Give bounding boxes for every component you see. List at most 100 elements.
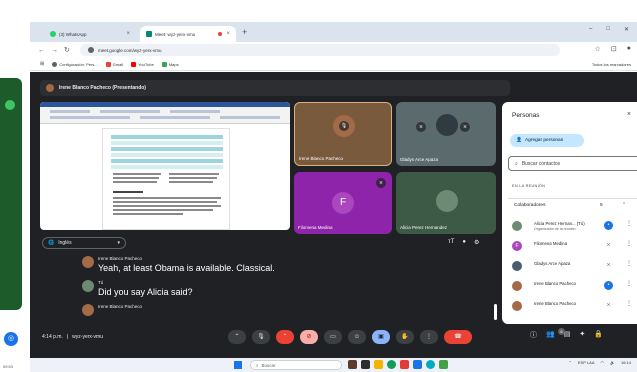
- caption-scrollbar[interactable]: [494, 304, 497, 320]
- profile-icon[interactable]: ●: [627, 45, 631, 53]
- address-bar-actions: ☆ ⊡ ●: [595, 45, 631, 53]
- participant-row[interactable]: Gladys Arce Apaza ⨯ ⋮: [512, 258, 632, 274]
- camera-off-button[interactable]: ⊘: [300, 330, 318, 344]
- collaborators-header[interactable]: Colaboradores 5 ⌃: [508, 198, 637, 212]
- ribbon-row: [50, 110, 90, 113]
- bookmark-gmail[interactable]: Gmail: [105, 61, 123, 67]
- search-icon: ⌕: [256, 362, 259, 368]
- captions-button[interactable]: ▭: [324, 330, 342, 344]
- bookmark-maps[interactable]: Maps: [161, 61, 179, 67]
- more-options-icon[interactable]: ⋮: [626, 260, 632, 267]
- settings-icon: [52, 61, 58, 67]
- speaker-icon[interactable]: 🔈: [610, 360, 615, 365]
- participant-row[interactable]: F Filomena Medina ⨯ ⋮: [512, 238, 632, 254]
- more-options-icon[interactable]: ⋮: [626, 300, 632, 307]
- maximize-button[interactable]: □: [606, 26, 610, 33]
- tile-name: Irene Blanco Pacheco: [299, 156, 344, 161]
- minimize-button[interactable]: –: [589, 26, 592, 33]
- camera-options-chevron[interactable]: ⌃: [276, 330, 294, 344]
- edge-icon[interactable]: [426, 360, 435, 369]
- more-options-icon[interactable]: ⋮: [626, 280, 632, 287]
- participant-row[interactable]: Alicia Perez Hernan... (Tú) Organizador …: [512, 218, 632, 234]
- app-icon[interactable]: ◎: [4, 332, 18, 346]
- url-field[interactable]: meet.google.com/wyz-yerx-vmu: [80, 44, 560, 56]
- close-window-button[interactable]: ✕: [624, 26, 629, 33]
- leave-call-button[interactable]: ☎: [444, 330, 472, 344]
- chrome-icon[interactable]: [387, 360, 396, 369]
- more-options-icon[interactable]: ⋮: [626, 220, 632, 227]
- activities-icon[interactable]: ✦: [579, 330, 585, 340]
- present-button[interactable]: ▣: [372, 330, 390, 344]
- taskbar-search-placeholder: Buscar: [261, 362, 276, 368]
- chevron-up-icon[interactable]: ⌃: [622, 202, 626, 208]
- chevron-up-icon[interactable]: ⌃: [569, 360, 572, 365]
- windows-start-icon[interactable]: [234, 361, 242, 369]
- back-icon[interactable]: ←: [38, 47, 45, 54]
- font-size-button[interactable]: тT: [448, 239, 454, 246]
- close-icon[interactable]: ×: [627, 111, 631, 118]
- tab-meet[interactable]: Meet: wyz-yerx-vmu ×: [140, 26, 236, 42]
- info-icon[interactable]: ⓘ: [530, 330, 537, 340]
- caption-text: Did you say Alicia said?: [98, 287, 193, 297]
- caption-color-icon[interactable]: ●: [462, 239, 466, 246]
- whatsapp-icon[interactable]: [439, 360, 448, 369]
- clock[interactable]: 16:14: [621, 360, 631, 365]
- bookmark-label: Configuración: Pers...: [59, 61, 98, 67]
- text-line: [113, 191, 143, 193]
- widget-icon[interactable]: [348, 360, 357, 369]
- window-controls: – □ ✕: [589, 26, 629, 33]
- mic-options-chevron[interactable]: ⌃: [228, 330, 246, 344]
- wifi-icon[interactable]: ◠: [601, 360, 605, 365]
- bookmark-youtube[interactable]: YouTube: [131, 61, 154, 67]
- raise-hand-icon[interactable]: ✋: [396, 330, 414, 344]
- app-icon[interactable]: [400, 360, 409, 369]
- caption-settings-icon[interactable]: ⚙: [474, 239, 479, 246]
- tile-gladys[interactable]: ⨯ ⨯ Gladys Arce Apaza: [396, 102, 496, 166]
- extensions-icon[interactable]: ⊡: [611, 45, 617, 53]
- emoji-icon[interactable]: ☺: [348, 330, 366, 344]
- table-row: [111, 165, 223, 169]
- text-line: [169, 177, 217, 179]
- presenter-banner: Irene Blanco Pacheco (Presentando): [40, 80, 510, 96]
- table-row: [111, 153, 223, 157]
- apps-grid-icon[interactable]: ⊞: [40, 61, 44, 67]
- meet-icon: [146, 31, 152, 37]
- close-tab-icon[interactable]: ×: [126, 31, 130, 37]
- new-tab-button[interactable]: +: [242, 27, 247, 37]
- participant-row[interactable]: Irene Blanco Pacheco ⨯ ⋮: [512, 298, 632, 314]
- meet-window: Irene Blanco Pacheco (Presentando) 🎙 Ire…: [30, 72, 637, 358]
- caption-speaker: Irene Blanco Pacheco: [98, 304, 143, 309]
- bookmark-star-icon[interactable]: ☆: [595, 45, 601, 53]
- caption-language-select[interactable]: 🌐 Inglés ▾: [42, 237, 126, 249]
- people-icon[interactable]: 👥: [546, 330, 555, 340]
- tile-filomena[interactable]: ⨯ F Filomena Medina: [294, 172, 392, 234]
- side-panel-controls: ⓘ 👥 ▤ ✦ 🔒: [530, 330, 603, 340]
- taskbar-search[interactable]: ⌕ Buscar: [250, 360, 342, 370]
- participants-badge: 6: [558, 328, 565, 335]
- speaking-icon: •: [604, 281, 613, 290]
- tab-whatsapp[interactable]: (3) WhatsApp ×: [44, 26, 136, 42]
- site-info-icon[interactable]: [88, 47, 94, 53]
- file-explorer-icon[interactable]: [374, 360, 383, 369]
- tile-alicia[interactable]: Alicia Perez Hernandez: [396, 172, 496, 234]
- mic-button[interactable]: 🎙: [252, 330, 270, 344]
- table-row: [111, 159, 223, 163]
- language-indicator[interactable]: ESP LAA: [578, 360, 595, 365]
- task-view-icon[interactable]: [361, 360, 370, 369]
- avatar: [512, 301, 522, 311]
- more-options-icon[interactable]: ⋮: [420, 330, 438, 344]
- reload-icon[interactable]: ↻: [64, 46, 70, 54]
- windows-taskbar: ⌕ Buscar ⌃ ESP LAA ◠ 🔈 16:14: [30, 358, 637, 372]
- forward-icon[interactable]: →: [51, 47, 58, 54]
- close-tab-icon[interactable]: ×: [226, 31, 230, 37]
- bookmark-configuracion[interactable]: Configuración: Pers...: [52, 61, 98, 67]
- tile-irene[interactable]: 🎙 Irene Blanco Pacheco: [294, 102, 392, 166]
- participant-row[interactable]: Irene Blanco Pacheco • ⋮: [512, 278, 632, 294]
- more-options-icon[interactable]: ⋮: [626, 240, 632, 247]
- add-people-button[interactable]: 👤 Agregar personas: [510, 134, 584, 147]
- all-bookmarks-link[interactable]: Todos los marcadores: [592, 62, 631, 67]
- search-contacts-input[interactable]: ⌕ Buscar contactos: [508, 156, 637, 171]
- caption-language: Inglés: [58, 240, 72, 246]
- lock-icon[interactable]: 🔒: [594, 330, 603, 340]
- word-icon[interactable]: [413, 360, 422, 369]
